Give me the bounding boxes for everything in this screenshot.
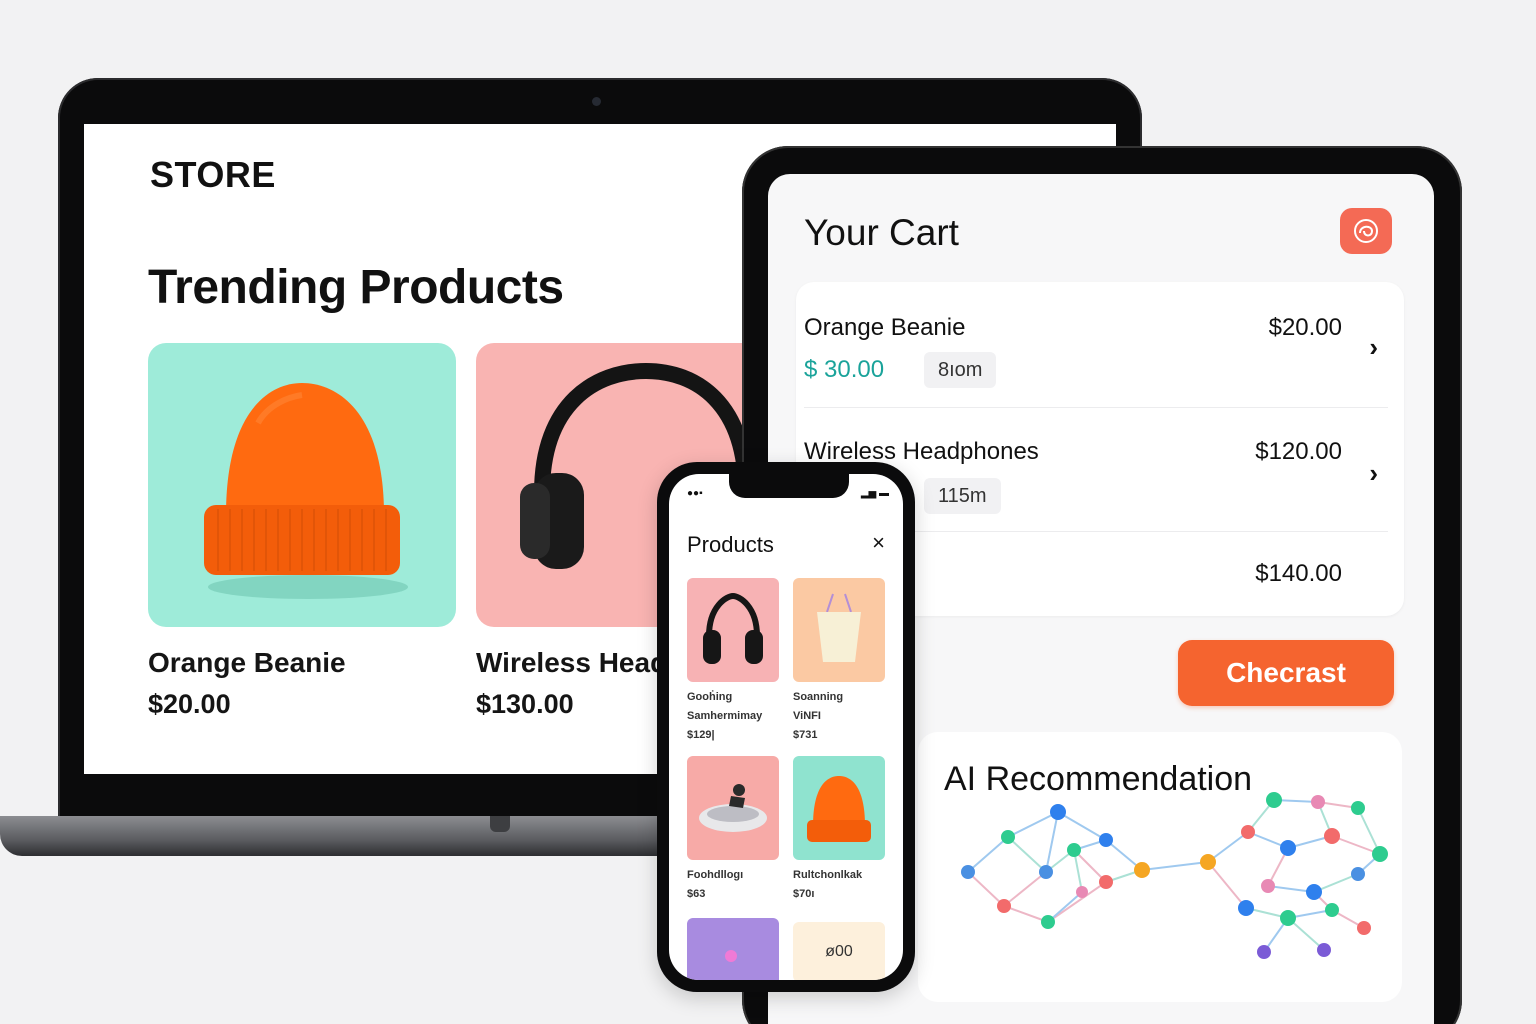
mini-product-line1: Gooḣing (687, 691, 733, 703)
cart-title: Your Cart (804, 212, 959, 253)
checkout-button[interactable]: Checrast (1178, 640, 1394, 706)
cart-item-price: $20.00 (1268, 314, 1342, 341)
beanie-icon (204, 383, 408, 599)
network-graph-icon (961, 792, 1388, 959)
mini-product-card[interactable]: ø00 (793, 922, 885, 980)
mini-product-price: $129| (687, 729, 715, 741)
cart-item-subprice: $ 30.00 (804, 356, 885, 383)
cart-item-name: Orange Beanie (804, 314, 966, 341)
mini-product-line1: Soanning (793, 691, 844, 703)
battery-icon: ▂▅ ▬ (860, 488, 889, 499)
mini-product-price: $731 (793, 729, 818, 741)
close-icon[interactable]: × (872, 530, 885, 556)
cart-badge-button[interactable] (1340, 208, 1392, 254)
dot-icon (687, 918, 779, 980)
cart-item-price: $120.00 (1255, 438, 1342, 465)
product-card-beanie[interactable]: Orange Beanie $20.00 (148, 343, 456, 720)
tote-bag-icon (793, 578, 885, 682)
phone-screen: ●●▪ ▂▅ ▬ Products × Gooḣing Samhermimay … (669, 474, 903, 980)
mini-product-card[interactable]: Foohdllogı $63 (687, 756, 779, 904)
ai-recommendation-panel: AI Recommendation (918, 732, 1402, 1002)
beanie-icon (793, 756, 885, 860)
mini-product-price: $70ı (793, 888, 815, 900)
beanie-image[interactable] (148, 343, 456, 627)
mini-product-card[interactable]: Rultchonlkak $70ı (793, 756, 885, 904)
mini-product-line2: Samhermimay (687, 710, 763, 722)
cart-item-tag: 8ıom (924, 352, 997, 388)
product-name[interactable]: Orange Beanie (148, 647, 456, 679)
mini-product-price: $63 (687, 888, 706, 900)
shoe-icon (687, 756, 779, 860)
mini-product-line1: Rultchonlkak (793, 869, 863, 881)
product-price: $20.00 (148, 689, 231, 719)
page-title: Trending Products (148, 261, 564, 314)
cart-total: $140.00 (1255, 560, 1342, 587)
mini-product-card[interactable]: Soanning ViNFI $731 (793, 578, 885, 745)
mini-product-card[interactable]: Gooḣing Samhermimay $129| (687, 578, 779, 745)
mini-product-label: ø00 (793, 922, 885, 980)
cart-item-tag: 115m (924, 478, 1001, 514)
laptop-camera (592, 97, 601, 106)
headphones-icon (687, 578, 779, 682)
mini-product-line1: Foohdllogı (687, 869, 744, 881)
laptop-hinge-notch (490, 816, 510, 832)
mini-product-line2: ViNFI (793, 710, 821, 722)
mini-product-card[interactable] (687, 918, 779, 980)
phone-title: Products (687, 532, 774, 557)
cart-row-beanie[interactable]: Orange Beanie $20.00 › $ 30.00 8ıom (796, 282, 1404, 408)
phone-notch (729, 474, 849, 498)
chevron-right-icon[interactable]: › (1369, 458, 1378, 489)
chevron-right-icon[interactable]: › (1369, 332, 1378, 363)
store-logo[interactable]: STORE (150, 154, 276, 196)
status-signal-icon: ●●▪ (687, 488, 703, 499)
swirl-icon (1354, 219, 1378, 243)
